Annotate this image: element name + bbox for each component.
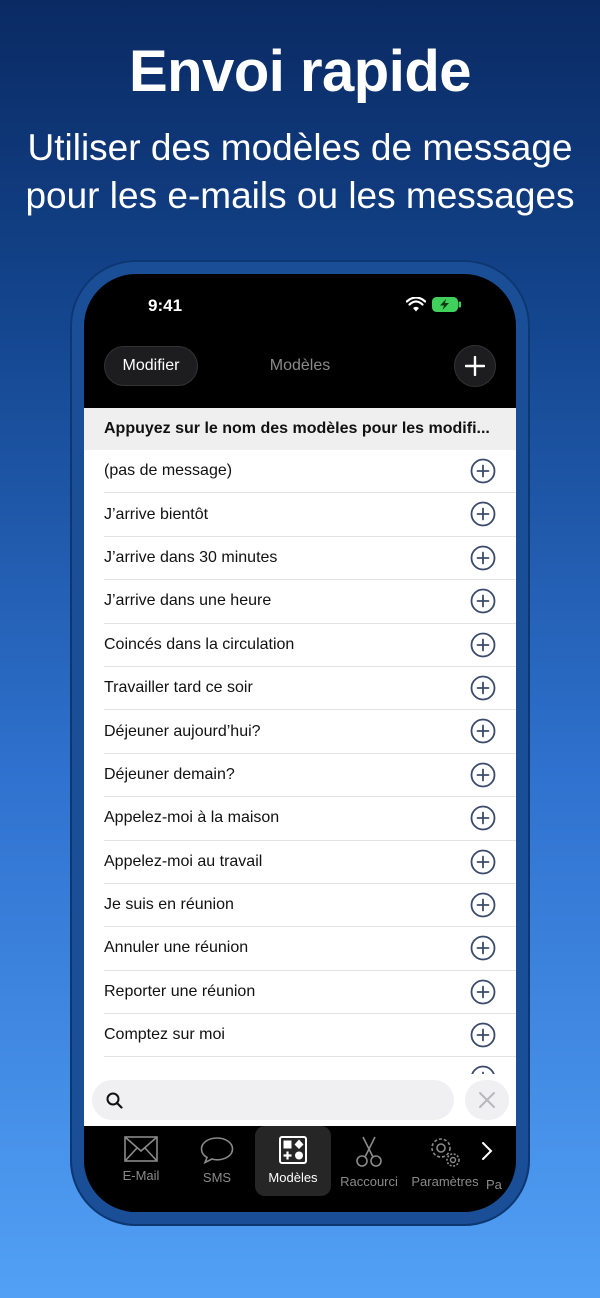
tab-email[interactable]: E-Mail bbox=[103, 1126, 179, 1196]
search-icon bbox=[106, 1092, 123, 1109]
template-row[interactable]: Annuler une réunion bbox=[104, 927, 516, 971]
template-label[interactable]: Déjeuner demain? bbox=[104, 766, 235, 784]
tab-templates[interactable]: Modèles bbox=[255, 1126, 331, 1196]
add-circle-icon[interactable] bbox=[470, 632, 496, 658]
template-row[interactable]: Travailler tard ce soir bbox=[104, 667, 516, 711]
add-circle-icon[interactable] bbox=[470, 1022, 496, 1048]
template-row[interactable]: Je suis en réunion bbox=[104, 884, 516, 928]
add-circle-icon[interactable] bbox=[470, 805, 496, 831]
tab-shortcut-label: Raccourci bbox=[340, 1174, 398, 1189]
tab-email-label: E-Mail bbox=[122, 1168, 160, 1183]
tab-sms[interactable]: SMS bbox=[179, 1126, 255, 1196]
scissors-icon bbox=[356, 1136, 382, 1167]
template-rows: (pas de message) J’arrive bientôt J’arrive… bbox=[84, 450, 516, 1058]
template-row[interactable]: J’arrive dans une heure bbox=[104, 580, 516, 624]
template-row[interactable]: (pas de message) bbox=[104, 450, 516, 494]
template-row[interactable]: Appelez-moi au travail bbox=[104, 841, 516, 884]
template-label[interactable]: Je suis en réunion bbox=[104, 896, 234, 914]
template-row[interactable]: Comptez sur moi bbox=[104, 1014, 516, 1058]
add-circle-icon[interactable] bbox=[470, 458, 496, 484]
instructions-header: Appuyez sur le nom des modèles pour les … bbox=[84, 408, 516, 450]
template-row[interactable]: Déjeuner demain? bbox=[104, 754, 516, 798]
template-label[interactable]: Appelez-moi au travail bbox=[104, 853, 262, 871]
gears-icon bbox=[431, 1138, 460, 1167]
add-circle-icon[interactable] bbox=[470, 501, 496, 527]
hero-subtitle: Utiliser des modèles de message pour les… bbox=[0, 124, 600, 220]
templates-icon bbox=[279, 1136, 307, 1164]
add-circle-icon[interactable] bbox=[470, 849, 496, 875]
page-title: Modèles bbox=[269, 357, 331, 374]
add-circle-icon[interactable] bbox=[470, 935, 496, 961]
template-row[interactable]: Déjeuner aujourd’hui? bbox=[104, 710, 516, 754]
add-circle-icon[interactable] bbox=[470, 1065, 496, 1074]
template-row[interactable]: Appelez-moi à la maison bbox=[104, 797, 516, 841]
template-row[interactable]: Coincés dans la circulation bbox=[104, 624, 516, 667]
wifi-icon bbox=[406, 297, 426, 312]
tab-settings-label: Paramètres bbox=[411, 1174, 479, 1189]
template-row[interactable]: Reporter une réunion bbox=[104, 971, 516, 1015]
tab-templates-label: Modèles bbox=[268, 1170, 318, 1185]
template-label[interactable]: Reporter une réunion bbox=[104, 983, 255, 1001]
add-circle-icon[interactable] bbox=[470, 588, 496, 614]
template-label[interactable]: Annuler une réunion bbox=[104, 939, 248, 957]
add-circle-icon[interactable] bbox=[470, 545, 496, 571]
hero-subtitle-line1: Utiliser des modèles de message bbox=[27, 127, 573, 168]
template-row[interactable]: J’arrive bientôt bbox=[104, 493, 516, 537]
template-row[interactable]: J’arrive dans 30 minutes bbox=[104, 537, 516, 581]
tab-shortcut[interactable]: Raccourci bbox=[331, 1126, 407, 1196]
template-label[interactable]: Appelez-moi à la maison bbox=[104, 809, 279, 827]
templates-list: Appuyez sur le nom des modèles pour les … bbox=[84, 408, 516, 1074]
add-circle-icon[interactable] bbox=[470, 675, 496, 701]
template-label[interactable]: Comptez sur moi bbox=[104, 1026, 225, 1044]
chevron-right-icon[interactable] bbox=[480, 1140, 494, 1162]
add-circle-icon[interactable] bbox=[470, 762, 496, 788]
template-label[interactable]: Coincés dans la circulation bbox=[104, 636, 294, 654]
chat-bubble-icon bbox=[200, 1137, 234, 1164]
add-template-button[interactable] bbox=[454, 345, 496, 387]
phone-screen: 9:41 Modifier Modèles Appuyez sur le nom… bbox=[84, 274, 516, 1212]
hero-subtitle-line2: pour les e-mails ou les messages bbox=[25, 175, 575, 216]
template-label[interactable]: J’arrive dans 30 minutes bbox=[104, 549, 277, 567]
plus-icon bbox=[465, 356, 485, 376]
hero-title: Envoi rapide bbox=[128, 39, 472, 104]
search-box[interactable] bbox=[92, 1080, 454, 1120]
tab-bar: E-Mail SMS Modèles Raccourci Paramètres … bbox=[84, 1126, 516, 1212]
tab-partial-label: Pa bbox=[486, 1177, 502, 1192]
add-circle-icon[interactable] bbox=[470, 979, 496, 1005]
battery-icon bbox=[432, 297, 461, 312]
close-icon bbox=[479, 1092, 495, 1108]
template-label[interactable]: J’arrive dans une heure bbox=[104, 592, 271, 610]
tab-settings[interactable]: Paramètres bbox=[407, 1126, 483, 1196]
add-circle-icon[interactable] bbox=[470, 718, 496, 744]
template-row-partial[interactable] bbox=[104, 1057, 516, 1074]
clear-search-button[interactable] bbox=[465, 1080, 509, 1120]
status-time: 9:41 bbox=[148, 296, 183, 315]
template-label[interactable]: Travailler tard ce soir bbox=[104, 679, 253, 697]
template-label[interactable]: (pas de message) bbox=[104, 462, 232, 480]
navigation-bar: Modifier Modèles bbox=[84, 334, 516, 408]
add-circle-icon[interactable] bbox=[470, 892, 496, 918]
tab-sms-label: SMS bbox=[202, 1170, 232, 1185]
template-label[interactable]: J’arrive bientôt bbox=[104, 506, 208, 524]
phone-frame: 9:41 Modifier Modèles Appuyez sur le nom… bbox=[70, 260, 530, 1226]
template-label[interactable]: Déjeuner aujourd’hui? bbox=[104, 723, 261, 741]
search-area bbox=[84, 1074, 516, 1126]
envelope-icon bbox=[124, 1136, 158, 1162]
search-input[interactable] bbox=[131, 1090, 435, 1110]
